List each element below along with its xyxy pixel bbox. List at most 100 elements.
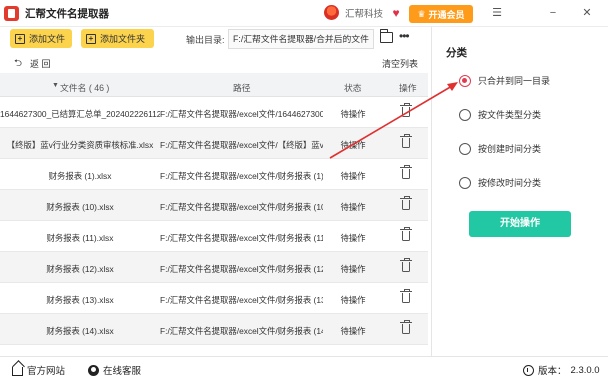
- close-icon[interactable]: ✕: [578, 5, 596, 21]
- table-row[interactable]: 财务报表 (12).xlsx F:/汇帮文件名提取器/excel文件/财务报表 (…: [0, 252, 428, 283]
- delete-icon[interactable]: [400, 320, 412, 334]
- add-file-label: 添加文件: [29, 34, 66, 44]
- file-path: F:/汇帮文件名提取器/excel文件/财务报表 (13).x: [160, 295, 323, 305]
- file-name: 1644627300_已结算汇总单_20240222611259.x: [0, 109, 160, 119]
- option-label: 按文件类型分类: [478, 110, 542, 120]
- file-path: F:/汇帮文件名提取器/excel文件/财务报表 (11).x: [160, 233, 323, 243]
- brand-name: 汇帮科技: [345, 8, 384, 20]
- crown-icon: ♛: [417, 8, 426, 19]
- start-button[interactable]: 开始操作: [469, 211, 571, 237]
- table-row[interactable]: 1644627300_已结算汇总单_20240222611259.x F:/汇帮文…: [0, 97, 428, 128]
- minimize-icon[interactable]: −: [544, 5, 562, 21]
- delete-icon[interactable]: [400, 103, 412, 117]
- menu-icon[interactable]: ☰: [488, 5, 506, 21]
- online-support-label: 在线客服: [103, 366, 142, 377]
- table-row[interactable]: 财务报表 (14).xlsx F:/汇帮文件名提取器/excel文件/财务报表 (…: [0, 314, 428, 345]
- file-status: 待操作: [340, 264, 366, 274]
- clear-list-button[interactable]: 清空列表: [382, 57, 418, 70]
- file-name: 财务报表 (1).xlsx: [48, 171, 112, 181]
- footer: 官方网站 在线客服 版本： 2.3.0.0: [0, 356, 608, 380]
- sort-icon[interactable]: ▼: [52, 82, 59, 89]
- add-folder-button[interactable]: + 添加文件夹: [81, 29, 154, 48]
- app-title: 汇帮文件名提取器: [25, 7, 109, 20]
- file-name: 财务报表 (12).xlsx: [46, 264, 114, 274]
- table-row[interactable]: 财务报表 (1).xlsx F:/汇帮文件名提取器/excel文件/财务报表 (1…: [0, 159, 428, 190]
- option-by-modified-time[interactable]: 按修改时间分类: [459, 176, 541, 189]
- sub-bar: ⮌ 返 回 清空列表: [0, 51, 428, 73]
- radio-icon[interactable]: [459, 142, 471, 155]
- brand-logo-icon: [324, 5, 339, 20]
- file-status: 待操作: [340, 202, 366, 212]
- official-site-link[interactable]: 官方网站: [12, 363, 65, 377]
- add-file-icon: +: [15, 33, 25, 44]
- more-icon[interactable]: •••: [399, 29, 410, 43]
- app-logo-icon: [4, 5, 19, 21]
- add-folder-label: 添加文件夹: [100, 34, 146, 44]
- home-icon: [12, 367, 23, 376]
- delete-icon[interactable]: [400, 227, 412, 241]
- version-number: 2.3.0.0: [570, 364, 600, 376]
- radio-icon[interactable]: [459, 108, 471, 121]
- online-support-link[interactable]: 在线客服: [88, 363, 141, 377]
- support-icon: [88, 364, 99, 376]
- option-by-created-time[interactable]: 按创建时间分类: [459, 142, 541, 155]
- file-path: F:/汇帮文件名提取器/excel文件/财务报表 (10).x: [160, 202, 323, 212]
- back-icon[interactable]: ⮌: [14, 56, 22, 73]
- header-action: 操作: [399, 83, 417, 93]
- table-row[interactable]: 财务报表 (11).xlsx F:/汇帮文件名提取器/excel文件/财务报表 (…: [0, 221, 428, 252]
- delete-icon[interactable]: [400, 134, 412, 148]
- file-status: 待操作: [340, 109, 366, 119]
- version-info: 版本： 2.3.0.0: [523, 363, 600, 377]
- vip-button[interactable]: ♛ 开通会员: [409, 5, 473, 23]
- info-icon: [523, 364, 534, 376]
- add-folder-icon: +: [86, 33, 96, 44]
- file-path: F:/汇帮文件名提取器/excel文件/【终版】蓝v行业: [160, 140, 323, 150]
- brand: 汇帮科技 ♥: [324, 5, 403, 20]
- file-name: 财务报表 (10).xlsx: [46, 202, 114, 212]
- classify-panel: 分类 只合并到同一目录 按文件类型分类 按创建时间分类 按修改时间分类 开始操作: [431, 27, 608, 356]
- file-name: 【终版】蓝v行业分类资质审核标准.xlsx: [6, 140, 154, 150]
- file-name: 财务报表 (14).xlsx: [46, 326, 114, 336]
- radio-selected-icon[interactable]: [459, 74, 471, 87]
- table-header: ▼ 文件名 ( 46 ) 路径 状态 操作: [0, 73, 428, 97]
- file-path: F:/汇帮文件名提取器/excel文件/1644627300_已: [160, 109, 323, 119]
- file-status: 待操作: [340, 326, 366, 336]
- file-status: 待操作: [340, 171, 366, 181]
- vip-label: 开通会员: [428, 9, 465, 20]
- official-site-label: 官方网站: [27, 366, 66, 377]
- file-status: 待操作: [340, 295, 366, 305]
- file-status: 待操作: [340, 233, 366, 243]
- output-dir-label: 输出目录:: [186, 35, 225, 45]
- file-path: F:/汇帮文件名提取器/excel文件/财务报表 (14).x: [160, 326, 323, 336]
- table-row[interactable]: 财务报表 (13).xlsx F:/汇帮文件名提取器/excel文件/财务报表 (…: [0, 283, 428, 314]
- option-label: 只合并到同一目录: [478, 76, 551, 86]
- file-path: F:/汇帮文件名提取器/excel文件/财务报表 (12).x: [160, 264, 323, 274]
- delete-icon[interactable]: [400, 196, 412, 210]
- file-table: ▼ 文件名 ( 46 ) 路径 状态 操作 1644627300_已结算汇总单_…: [0, 73, 428, 345]
- version-label: 版本：: [538, 366, 567, 377]
- file-status: 待操作: [340, 140, 366, 150]
- file-name: 财务报表 (13).xlsx: [46, 295, 114, 305]
- option-by-file-type[interactable]: 按文件类型分类: [459, 108, 541, 121]
- folder-icon[interactable]: [380, 29, 393, 43]
- delete-icon[interactable]: [400, 289, 412, 303]
- delete-icon[interactable]: [400, 165, 412, 179]
- header-status: 状态: [344, 83, 362, 93]
- option-label: 按创建时间分类: [478, 144, 542, 154]
- table-row[interactable]: 【终版】蓝v行业分类资质审核标准.xlsx F:/汇帮文件名提取器/excel文件…: [0, 128, 428, 159]
- header-path: 路径: [233, 83, 251, 93]
- toolbar: + 添加文件 + 添加文件夹 输出目录: F:/汇帮文件名提取器/合并后的文件 …: [0, 27, 428, 51]
- back-button[interactable]: 返 回: [30, 57, 51, 70]
- add-file-button[interactable]: + 添加文件: [10, 29, 72, 48]
- heart-icon[interactable]: ♥: [389, 6, 403, 20]
- file-path: F:/汇帮文件名提取器/excel文件/财务报表 (1).xls: [160, 171, 323, 181]
- file-name: 财务报表 (11).xlsx: [46, 233, 114, 243]
- title-bar: 汇帮文件名提取器 汇帮科技 ♥ ♛ 开通会员 ☰ − ✕: [0, 0, 608, 27]
- radio-icon[interactable]: [459, 176, 471, 189]
- table-row[interactable]: 财务报表 (10).xlsx F:/汇帮文件名提取器/excel文件/财务报表 (…: [0, 190, 428, 221]
- header-name[interactable]: 文件名 ( 46 ): [60, 81, 109, 94]
- option-label: 按修改时间分类: [478, 178, 542, 188]
- option-merge-same-dir[interactable]: 只合并到同一目录: [459, 74, 550, 87]
- output-dir-field[interactable]: F:/汇帮文件名提取器/合并后的文件: [228, 29, 374, 49]
- delete-icon[interactable]: [400, 258, 412, 272]
